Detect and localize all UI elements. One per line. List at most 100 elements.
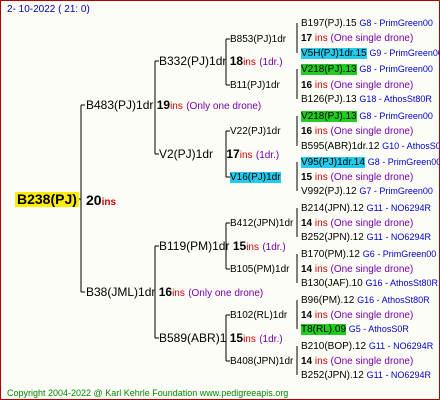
gen4-node: B210(BOP).12 G11 - NO6294R (301, 340, 433, 353)
gen3-node: B408(JPN)1dr (230, 355, 293, 368)
gen2-node: B589(ABR)1 15ins (1dr.) (159, 332, 283, 346)
gen3-node: B11(PJ)1dr (230, 79, 280, 92)
gen4-node: B126(PJ).13 G18 - AthosSt80R (301, 93, 432, 106)
gen3-label: B853(PJ)1dr (230, 34, 287, 45)
gen3-ins: 14 (301, 218, 313, 229)
gen3-ins: 16 (301, 126, 313, 137)
gen4-node: B214(JPN).12 G11 - NO6294R (301, 202, 431, 215)
gen3-label: B102(RL)1dr (230, 310, 288, 321)
gen4-label: B197(PJ).15 (301, 18, 357, 29)
gen2-ins-unit: ins (243, 334, 256, 345)
gen2-note: (1dr.) (259, 334, 283, 345)
gen3-ins-unit: ins (314, 172, 328, 183)
root-ins-unit: ins (101, 197, 117, 208)
gen4-label: B210(BOP).12 (301, 341, 367, 352)
gen4-label: T8(RL).09 (301, 324, 347, 335)
gen4-node: T8(RL).09 G5 - AthosS0R (301, 323, 409, 336)
gen4-info: G8 - PrimGreen00 (359, 111, 433, 121)
gen3-note: (One single drone) (330, 218, 414, 229)
gen4-label: V992(PJ).12 (301, 186, 357, 197)
gen4-node: V95(PJ)1dr.14 G8 - PrimGreen00 (301, 156, 440, 169)
gen3-node: B102(RL)1dr (230, 309, 287, 322)
gen4-label: B595(ABR)1dr.12 (301, 141, 380, 152)
pedigree-chart: 2- 10-2022 ( 21: 0) B238(PJ) 20ins B483(… (0, 0, 440, 400)
gen4-info: G5 - AthosS0R (348, 324, 409, 334)
gen4-info: G11 - NO6294R (366, 203, 431, 213)
gen3-ins-unit: ins (314, 80, 328, 91)
gen3-ins-line: 14 ins (One single drone) (301, 263, 413, 276)
gen4-label: B96(PM).12 (301, 295, 355, 306)
gen2-node: V2(PJ)1dr 17ins (1dr.) (159, 148, 279, 162)
gen2-ins: 17 (226, 147, 240, 161)
gen2-ins-unit: ins (246, 242, 259, 253)
gen1-ins: 16 (158, 285, 173, 299)
gen4-label: B252(JPN).12 (301, 232, 364, 243)
gen1-note: (Only one drone) (188, 288, 264, 299)
gen2-label: V2(PJ)1dr (159, 147, 214, 161)
gen3-label: B408(JPN)1dr (230, 356, 294, 367)
gen3-note: (One single drone) (330, 356, 414, 367)
gen4-info: G16 - AthosSt80R (357, 295, 430, 305)
gen4-label: V218(PJ).13 (301, 111, 357, 122)
gen1-node: B483(PJ)1dr 19ins (Only one drone) (86, 99, 261, 113)
gen3-note: (One single drone) (330, 310, 414, 321)
gen4-node: B170(PM).12 G6 - PrimGreen00 (301, 248, 436, 261)
gen3-node: B105(PM)1dr (230, 263, 289, 276)
gen4-node: V218(PJ).13 G8 - PrimGreen00 (301, 110, 433, 123)
gen4-info: G7 - PrimGreen00 (359, 186, 433, 196)
gen3-ins: 14 (301, 356, 313, 367)
gen4-info: G11 - NO6294R (368, 341, 434, 351)
gen3-node: V22(PJ)1dr (230, 125, 281, 138)
gen1-note: (Only one drone) (186, 101, 262, 112)
gen3-node: B412(JPN)1dr (230, 217, 293, 230)
gen4-label: B214(JPN).12 (301, 203, 364, 214)
gen3-label: B11(PJ)1dr (230, 80, 280, 91)
gen3-ins: 16 (301, 80, 313, 91)
gen4-node: B96(PM).12 G16 - AthosSt80R (301, 294, 430, 307)
gen2-node: B332(PJ)1dr 18ins (1dr.) (159, 55, 283, 69)
gen3-ins-unit: ins (314, 356, 328, 367)
gen2-label: B332(PJ)1dr (159, 54, 227, 68)
gen4-info: G8 - PrimGreen00 (359, 64, 433, 74)
gen4-info: G11 - NO6294R (366, 370, 431, 380)
gen4-label: B130(JAF).10 (301, 278, 363, 289)
gen3-ins-line: 16 ins (One single drone) (301, 79, 413, 92)
gen3-note: (One single drone) (330, 126, 414, 137)
gen2-note: (1dr.) (259, 57, 283, 68)
gen3-node: B853(PJ)1dr (230, 33, 286, 46)
gen3-ins: 14 (301, 310, 313, 321)
gen2-note: (1dr.) (262, 242, 286, 253)
gen4-info: G10 - AthosS0R (382, 141, 439, 151)
gen4-label: V5H(PJ)1dr.15 (301, 48, 367, 59)
gen3-label: V16(PJ)1dr (230, 172, 281, 183)
root-ins-value: 20 (86, 192, 102, 208)
gen3-ins: 17 (301, 33, 313, 44)
gen3-ins-line: 15 ins (One single drone) (301, 171, 413, 184)
gen4-info: G18 - AthosSt80R (359, 94, 432, 104)
gen2-ins: 15 (232, 239, 247, 253)
gen2-label: B119(PM)1dr (159, 239, 230, 253)
gen3-ins-unit: ins (314, 33, 328, 44)
gen2-node: B119(PM)1dr 15ins (1dr.) (159, 240, 286, 254)
gen4-node: B252(JPN).12 G11 - NO6294R (301, 231, 431, 244)
gen4-label: V95(PJ)1dr.14 (301, 157, 365, 168)
copyright-footer[interactable]: Copyright 2004-2022 @ Karl Kehrle Founda… (7, 387, 288, 399)
gen3-label: B105(PM)1dr (230, 264, 290, 275)
gen1-ins: 19 (156, 98, 171, 112)
gen4-node: B252(JPN).12 G11 - NO6294R (301, 369, 431, 382)
gen4-info: G6 - PrimGreen00 (362, 249, 437, 259)
root-queen-label: B238(PJ) (15, 191, 79, 207)
gen2-ins: 15 (229, 331, 244, 345)
gen4-node: V992(PJ).12 G7 - PrimGreen00 (301, 185, 433, 198)
gen4-label: B170(PM).12 (301, 249, 360, 260)
gen1-label: B483(PJ)1dr (86, 98, 154, 112)
gen1-node: B38(JML)1dr 16ins (Only one drone) (86, 286, 263, 300)
gen3-ins-unit: ins (314, 310, 328, 321)
gen3-ins: 14 (301, 264, 313, 275)
gen4-info: G8 - PrimGreen00 (367, 157, 440, 167)
gen2-ins-unit: ins (243, 57, 256, 68)
root-inbreeding: 20ins (86, 192, 117, 209)
gen3-ins-line: 14 ins (One single drone) (301, 309, 413, 322)
gen3-ins-unit: ins (314, 126, 328, 137)
gen2-label: B589(ABR)1 (159, 331, 227, 345)
